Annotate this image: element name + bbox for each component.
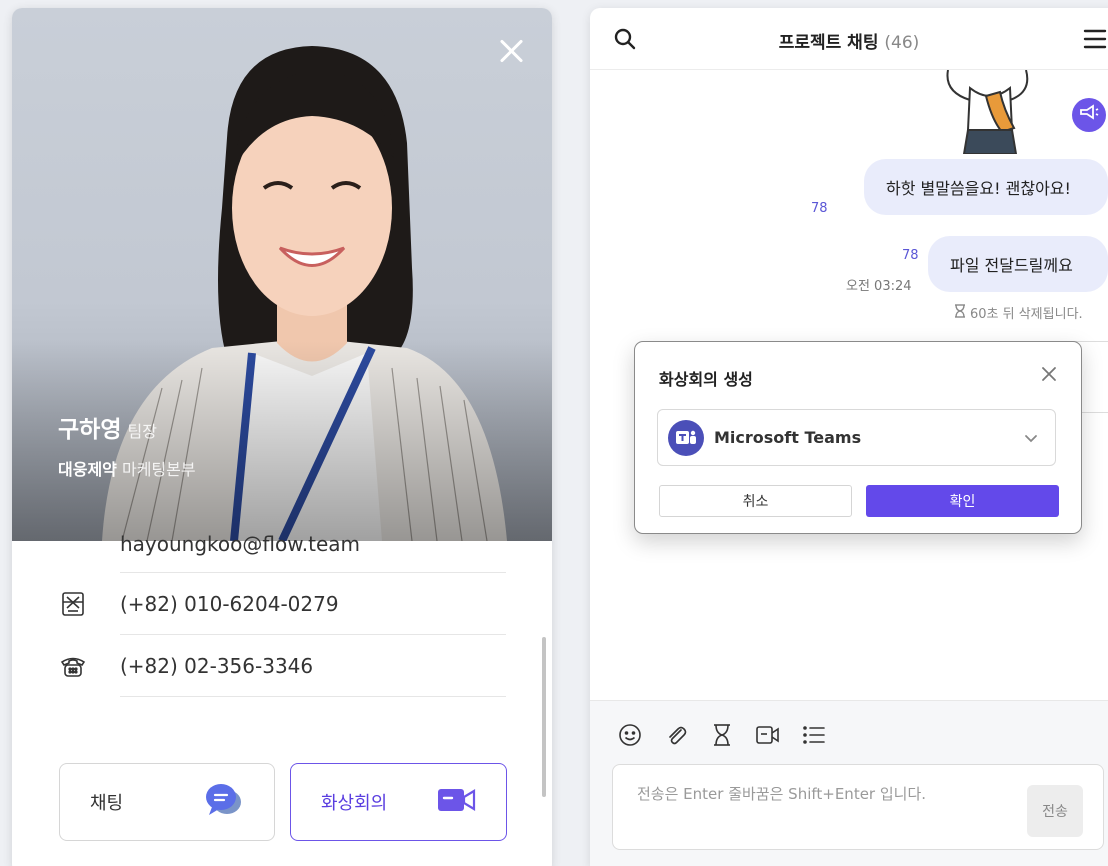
announcement-button[interactable] bbox=[1072, 98, 1106, 132]
video-call-icon[interactable] bbox=[754, 721, 782, 749]
video-camera-icon bbox=[436, 786, 476, 819]
mobile-icon bbox=[58, 589, 88, 619]
profile-details: hayoungkoo@flow.team (+82) 010-6204-0279 bbox=[12, 533, 552, 866]
org-department: 마케팅본부 bbox=[121, 460, 196, 479]
chevron-down-icon bbox=[1020, 427, 1042, 449]
selected-app: Microsoft Teams bbox=[714, 428, 862, 447]
menu-icon[interactable] bbox=[1082, 27, 1108, 51]
chat-title-text: 프로젝트 채팅 bbox=[778, 33, 879, 53]
input-placeholder: 전송은 Enter 줄바꿈은 Shift+Enter 입니다. bbox=[637, 785, 927, 803]
mobile-row[interactable]: (+82) 010-6204-0279 bbox=[58, 573, 506, 635]
chat-panel: 프로젝트 채팅 (46) 78 하핫 별말씀을요! 괜찮아요! 78 오전 03… bbox=[590, 8, 1108, 866]
message-text: 파일 전달드릴께요 bbox=[950, 256, 1073, 275]
chat-bubble-icon bbox=[204, 782, 244, 823]
video-meeting-modal: 화상회의 생성 Microsoft Teams 취소 확인 bbox=[634, 341, 1082, 534]
modal-title: 화상회의 생성 bbox=[659, 370, 753, 389]
teams-icon bbox=[668, 419, 704, 456]
message-input[interactable]: 전송은 Enter 줄바꿈은 Shift+Enter 입니다. 전송 bbox=[612, 764, 1104, 850]
meeting-app-select[interactable]: Microsoft Teams bbox=[657, 409, 1056, 466]
message-bubble[interactable]: 파일 전달드릴께요 bbox=[928, 236, 1108, 292]
composer-toolbar bbox=[616, 721, 828, 749]
hourglass-icon[interactable] bbox=[708, 721, 736, 749]
message-text: 하핫 별말씀을요! 괜찮아요! bbox=[886, 179, 1071, 198]
cancel-button[interactable]: 취소 bbox=[659, 485, 852, 517]
chat-button[interactable]: 채팅 bbox=[59, 763, 275, 841]
megaphone-icon bbox=[1079, 104, 1099, 126]
chat-header: 프로젝트 채팅 (46) bbox=[590, 8, 1108, 70]
phone-number: (+82) 02-356-3346 bbox=[120, 635, 506, 697]
chat-title: 프로젝트 채팅 (46) bbox=[590, 28, 1108, 53]
phone-row[interactable]: (+82) 02-356-3346 bbox=[58, 635, 506, 697]
character-sticker[interactable] bbox=[930, 69, 1050, 158]
chat-button-label: 채팅 bbox=[90, 793, 124, 814]
list-icon[interactable] bbox=[800, 721, 828, 749]
emoji-icon[interactable] bbox=[616, 721, 644, 749]
confirm-button[interactable]: 확인 bbox=[866, 485, 1059, 517]
read-count: 78 bbox=[902, 248, 919, 263]
send-button[interactable]: 전송 bbox=[1027, 785, 1083, 837]
member-count: (46) bbox=[884, 33, 920, 53]
org-company: 대웅제약 bbox=[58, 460, 117, 479]
read-count: 78 bbox=[811, 201, 828, 216]
message-composer: 전송은 Enter 줄바꿈은 Shift+Enter 입니다. 전송 bbox=[590, 700, 1108, 866]
org-line: 대웅제약 마케팅본부 bbox=[58, 456, 196, 480]
profile-card: 구하영 팀장 대웅제약 마케팅본부 hayoungkoo@flow.team (… bbox=[12, 8, 552, 866]
close-profile-button[interactable] bbox=[496, 36, 526, 66]
message-bubble[interactable]: 하핫 별말씀을요! 괜찮아요! bbox=[864, 159, 1108, 215]
person-title: 팀장 bbox=[127, 422, 157, 441]
hourglass-icon bbox=[954, 303, 966, 322]
close-icon[interactable] bbox=[1037, 362, 1061, 386]
expire-notice: 60초 뒤 삭제됩니다. bbox=[954, 303, 1083, 322]
video-button-label: 화상회의 bbox=[321, 793, 388, 814]
details-scrollbar[interactable] bbox=[542, 637, 546, 797]
video-meeting-button[interactable]: 화상회의 bbox=[290, 763, 507, 841]
telephone-icon bbox=[58, 651, 88, 681]
attachment-icon[interactable] bbox=[662, 721, 690, 749]
person-name: 구하영 bbox=[58, 417, 122, 443]
mobile-number: (+82) 010-6204-0279 bbox=[120, 573, 506, 635]
message-time: 오전 03:24 bbox=[846, 279, 912, 294]
email-text[interactable]: hayoungkoo@flow.team bbox=[120, 533, 506, 573]
profile-name-block: 구하영 팀장 대웅제약 마케팅본부 bbox=[58, 410, 196, 480]
expire-text: 60초 뒤 삭제됩니다. bbox=[970, 307, 1083, 322]
